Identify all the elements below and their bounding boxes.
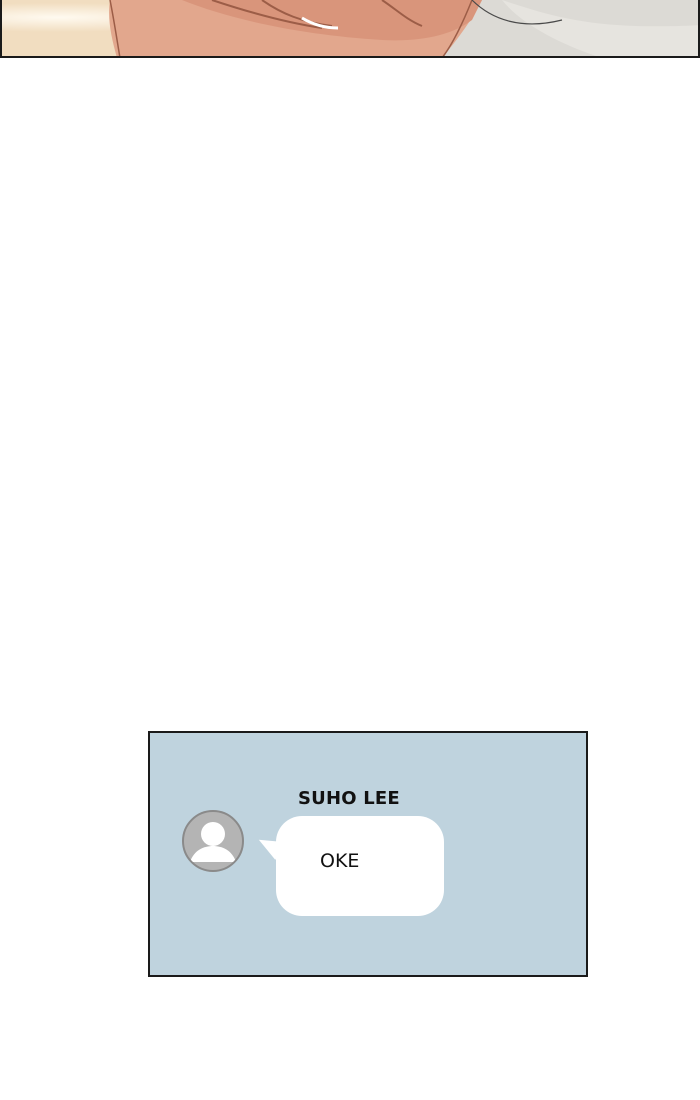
hands-illustration [2, 0, 698, 56]
default-user-avatar-icon [182, 810, 244, 872]
comic-panel-top [0, 0, 700, 58]
message-bubble: OKE [276, 816, 444, 916]
chat-message-panel: SUHO LEE OKE [148, 731, 588, 977]
message-text: OKE [320, 850, 360, 872]
sender-name: SUHO LEE [298, 788, 400, 809]
